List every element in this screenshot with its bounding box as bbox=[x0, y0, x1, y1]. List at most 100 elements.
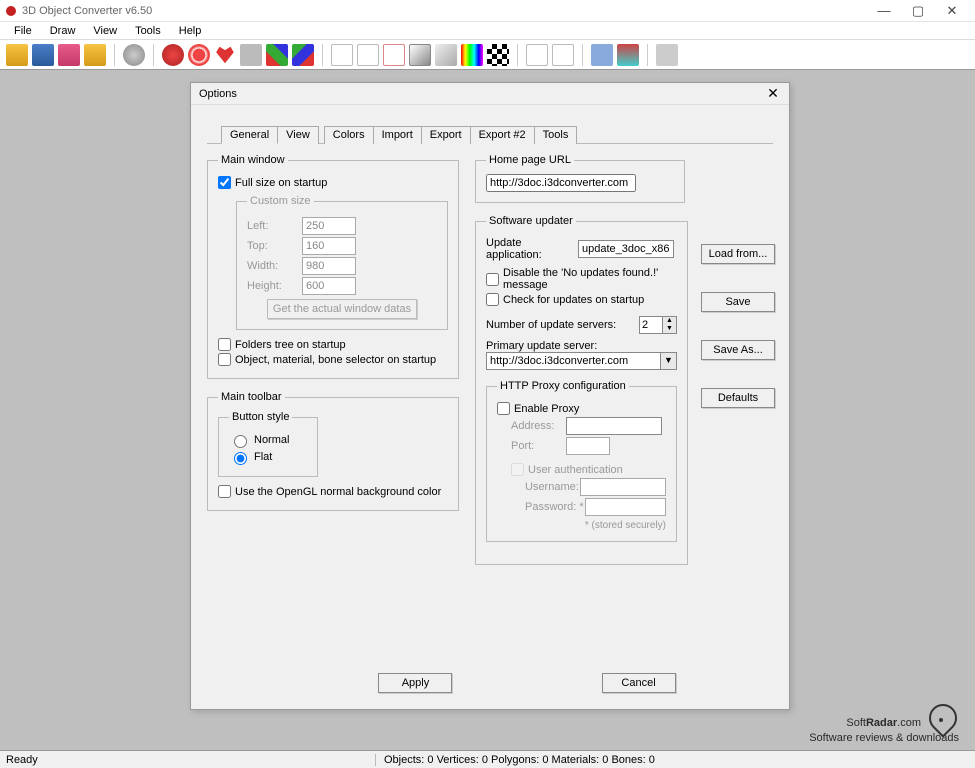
tab-export[interactable]: Export bbox=[421, 126, 471, 144]
btn-load-from[interactable]: Load from... bbox=[701, 244, 775, 264]
chk-full-size[interactable] bbox=[218, 176, 231, 189]
wire1-icon[interactable] bbox=[331, 44, 353, 66]
dropdown-arrow-icon[interactable]: ▼ bbox=[661, 352, 677, 370]
radio-normal[interactable] bbox=[234, 435, 247, 448]
lbl-password: Password: * bbox=[525, 501, 585, 513]
menu-tools[interactable]: Tools bbox=[127, 24, 169, 38]
glasses-icon[interactable] bbox=[617, 44, 639, 66]
tool-heart-icon[interactable] bbox=[214, 44, 236, 66]
legend-proxy: HTTP Proxy configuration bbox=[497, 380, 629, 392]
lbl-flat: Flat bbox=[254, 451, 272, 463]
tab-general[interactable]: General bbox=[221, 126, 278, 144]
menu-draw[interactable]: Draw bbox=[42, 24, 84, 38]
chk-user-auth bbox=[511, 463, 524, 476]
dialog-close-icon[interactable]: ✕ bbox=[765, 85, 781, 102]
lbl-object-selector: Object, material, bone selector on start… bbox=[235, 354, 436, 366]
camera-icon[interactable] bbox=[591, 44, 613, 66]
group-main-window: Main window Full size on startup Custom … bbox=[207, 154, 459, 379]
view1-icon[interactable] bbox=[526, 44, 548, 66]
status-ready: Ready bbox=[6, 754, 376, 766]
chk-folders-tree[interactable] bbox=[218, 338, 231, 351]
radio-flat[interactable] bbox=[234, 452, 247, 465]
menu-file[interactable]: File bbox=[6, 24, 40, 38]
input-height bbox=[302, 277, 356, 295]
input-password bbox=[585, 498, 666, 516]
tab-export2[interactable]: Export #2 bbox=[470, 126, 535, 144]
legend-updater: Software updater bbox=[486, 215, 576, 227]
close-button[interactable]: ✕ bbox=[935, 3, 969, 19]
group-updater: Software updater Update application: Dis… bbox=[475, 215, 688, 565]
titlebar: 3D Object Converter v6.50 — ▢ ✕ bbox=[0, 0, 975, 22]
tab-import[interactable]: Import bbox=[373, 126, 422, 144]
lbl-opengl-bg: Use the OpenGL normal background color bbox=[235, 486, 441, 498]
shaded1-icon[interactable] bbox=[409, 44, 431, 66]
btn-cancel[interactable]: Cancel bbox=[602, 673, 676, 693]
btn-save-as[interactable]: Save As... bbox=[701, 340, 775, 360]
select-primary-server[interactable]: ▼ bbox=[486, 352, 677, 370]
wire2-icon[interactable] bbox=[357, 44, 379, 66]
lbl-width: Width: bbox=[247, 260, 302, 272]
save-as-icon[interactable] bbox=[58, 44, 80, 66]
brand3: .com bbox=[897, 717, 921, 729]
input-update-app[interactable] bbox=[578, 240, 674, 258]
tab-view[interactable]: View bbox=[277, 126, 319, 144]
lbl-height: Height: bbox=[247, 280, 302, 292]
maximize-button[interactable]: ▢ bbox=[901, 3, 935, 19]
lbl-address: Address: bbox=[511, 420, 566, 432]
checker-icon[interactable] bbox=[487, 44, 509, 66]
menubar: File Draw View Tools Help bbox=[0, 22, 975, 40]
save-icon[interactable] bbox=[32, 44, 54, 66]
lbl-full-size: Full size on startup bbox=[235, 177, 327, 189]
input-home-url[interactable] bbox=[486, 174, 636, 192]
minimize-button[interactable]: — bbox=[867, 3, 901, 18]
tool-axes2-icon[interactable] bbox=[292, 44, 314, 66]
dialog-footer: Apply Cancel bbox=[191, 673, 789, 693]
lbl-user-auth: User authentication bbox=[528, 464, 623, 476]
main-toolbar bbox=[0, 40, 975, 70]
status-info: Objects: 0 Vertices: 0 Polygons: 0 Mater… bbox=[376, 754, 655, 766]
input-port bbox=[566, 437, 610, 455]
options-tabstrip: General View Colors Import Export Export… bbox=[221, 125, 773, 143]
btn-apply[interactable]: Apply bbox=[378, 673, 452, 693]
group-custom-size: Custom size Left: Top: Width: Height: Ge… bbox=[236, 195, 448, 330]
trash-icon[interactable] bbox=[656, 44, 678, 66]
group-button-style: Button style Normal Flat bbox=[218, 411, 318, 477]
chk-opengl-bg[interactable] bbox=[218, 485, 231, 498]
menu-view[interactable]: View bbox=[85, 24, 125, 38]
tab-tools[interactable]: Tools bbox=[534, 126, 578, 144]
legend-button-style: Button style bbox=[229, 411, 292, 423]
btn-defaults[interactable]: Defaults bbox=[701, 388, 775, 408]
btn-save[interactable]: Save bbox=[701, 292, 775, 312]
input-primary-server[interactable] bbox=[486, 352, 661, 370]
input-num-servers[interactable] bbox=[639, 316, 663, 334]
chk-disable-msg[interactable] bbox=[486, 273, 499, 286]
color-icon[interactable] bbox=[461, 44, 483, 66]
tool-wrench-icon[interactable] bbox=[240, 44, 262, 66]
brand2: Radar bbox=[866, 717, 897, 729]
chk-check-startup[interactable] bbox=[486, 293, 499, 306]
app-title: 3D Object Converter v6.50 bbox=[22, 5, 867, 17]
group-proxy: HTTP Proxy configuration Enable Proxy Ad… bbox=[486, 380, 677, 542]
wire3-icon[interactable] bbox=[383, 44, 405, 66]
input-left bbox=[302, 217, 356, 235]
chk-object-selector[interactable] bbox=[218, 353, 231, 366]
tool-torus-icon[interactable] bbox=[188, 44, 210, 66]
legend-home-url: Home page URL bbox=[486, 154, 574, 166]
shaded2-icon[interactable] bbox=[435, 44, 457, 66]
gear-icon[interactable] bbox=[123, 44, 145, 66]
spinner-num-servers[interactable]: ▲▼ bbox=[639, 316, 677, 334]
chk-enable-proxy[interactable] bbox=[497, 402, 510, 415]
statusbar: Ready Objects: 0 Vertices: 0 Polygons: 0… bbox=[0, 750, 975, 768]
tool-axes-icon[interactable] bbox=[266, 44, 288, 66]
lbl-top: Top: bbox=[247, 240, 302, 252]
open-icon[interactable] bbox=[6, 44, 28, 66]
tab-colors[interactable]: Colors bbox=[324, 126, 374, 144]
menu-help[interactable]: Help bbox=[171, 24, 210, 38]
view2-icon[interactable] bbox=[552, 44, 574, 66]
input-width bbox=[302, 257, 356, 275]
batch-icon[interactable] bbox=[84, 44, 106, 66]
radar-icon bbox=[925, 700, 959, 734]
spinner-arrows-icon[interactable]: ▲▼ bbox=[663, 316, 677, 334]
lbl-folders-tree: Folders tree on startup bbox=[235, 339, 346, 351]
tool-red-icon[interactable] bbox=[162, 44, 184, 66]
